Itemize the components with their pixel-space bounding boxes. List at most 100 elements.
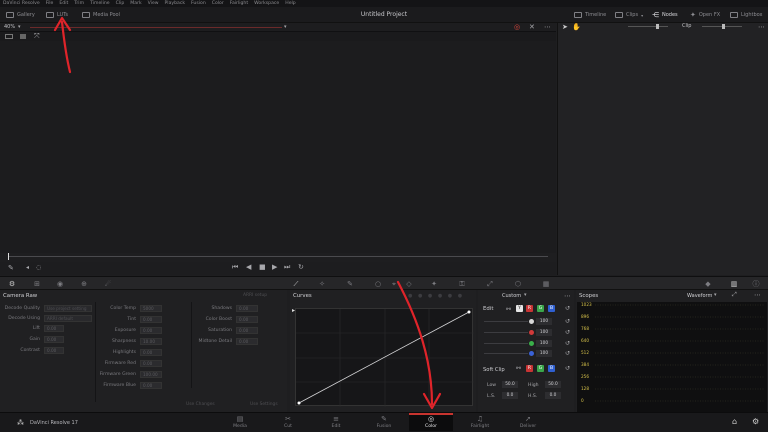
edit-row-green[interactable]: 100 (484, 340, 554, 347)
midtone-detail-value[interactable]: 0.00 (236, 338, 258, 345)
wipe-icon[interactable] (20, 34, 26, 39)
reset-icon[interactable]: ↺ (565, 340, 570, 347)
menu-color[interactable]: Color (212, 1, 224, 6)
channel-g-button[interactable]: G (537, 305, 544, 312)
highlight-icon[interactable]: ✕ (529, 23, 535, 31)
color-bypass-icon[interactable]: ◎ (514, 23, 520, 31)
curve-mode-select[interactable]: Custom (502, 293, 521, 299)
tint-value[interactable]: 0.00 (140, 316, 162, 323)
reset-icon[interactable]: ↺ (565, 329, 570, 336)
page-deliver[interactable]: ➚ Deliver (506, 415, 550, 431)
exposure-value[interactable]: 0.00 (140, 327, 162, 334)
ls-value[interactable]: 0.0 (502, 392, 518, 399)
zoom-select[interactable]: 40% (4, 24, 15, 30)
page-cut[interactable]: ✂ Cut (266, 415, 310, 431)
color-wheels-icon[interactable]: ◉ (56, 280, 64, 288)
firmware-red-value[interactable]: 0.00 (140, 360, 162, 367)
color-warper-icon[interactable]: ✧ (318, 280, 326, 288)
window-icon[interactable]: ○ (374, 280, 382, 288)
settings-gear-icon[interactable]: ⚙ (752, 417, 759, 426)
timeline-scrubber[interactable] (8, 253, 548, 260)
lightbox-button[interactable]: Lightbox (730, 10, 763, 20)
low-value[interactable]: 50.0 (502, 381, 518, 388)
menu-playback[interactable]: Playback (165, 1, 186, 6)
stills-icon[interactable]: ▦ (542, 280, 550, 288)
softclip-r-button[interactable]: R (526, 365, 533, 372)
page-media[interactable]: ▤ Media (218, 415, 262, 431)
channel-r-button[interactable]: R (526, 305, 533, 312)
decode-using-select[interactable]: ARRI default (44, 315, 92, 322)
menu-mark[interactable]: Mark (130, 1, 141, 6)
more-options-icon[interactable]: ⋯ (544, 23, 551, 31)
home-icon[interactable]: ⌂ (732, 417, 737, 426)
motion-effects-icon[interactable]: ☄ (104, 280, 112, 288)
curve-graph[interactable] (295, 308, 474, 407)
gain-value[interactable]: 0.00 (44, 336, 64, 343)
curve-pointer-icon[interactable]: ▸ (292, 307, 295, 314)
reset-icon[interactable]: ↺ (565, 350, 570, 357)
camera-raw-icon[interactable]: ⚙ (8, 280, 16, 288)
page-fusion[interactable]: ✎ Fusion (362, 415, 406, 431)
slider-track[interactable] (484, 343, 528, 344)
slider-track[interactable] (484, 353, 528, 354)
key-icon[interactable]: ⚿ (458, 280, 466, 288)
qualifier-icon[interactable]: ✎ (346, 280, 354, 288)
saturation-value[interactable]: 0.00 (236, 327, 258, 334)
transform-icon[interactable]: ⤧ (34, 32, 40, 41)
magic-mask-icon[interactable]: ◇ (405, 280, 413, 288)
blue-value[interactable]: 100 (536, 350, 552, 357)
skip-forward-icon[interactable]: ⏭ (284, 263, 290, 272)
slider-track[interactable] (484, 321, 528, 322)
chevron-down-icon[interactable]: ▾ (524, 292, 527, 298)
viewer-canvas[interactable] (0, 41, 556, 253)
clips-button[interactable]: Clips ▾ (615, 10, 643, 20)
channel-y-button[interactable]: Y (516, 305, 523, 312)
chevron-down-icon[interactable]: ▾ (714, 292, 717, 298)
keyframes-icon[interactable]: ◆ (704, 280, 712, 288)
open-fx-button[interactable]: ✦ Open FX (690, 10, 720, 20)
skip-back-icon[interactable]: ⏮ (232, 263, 238, 272)
clip-name-field[interactable] (30, 27, 282, 28)
edit-row-blue[interactable]: 100 (484, 350, 554, 357)
green-value[interactable]: 100 (536, 340, 552, 347)
luma-value[interactable]: 100 (536, 318, 552, 325)
menu-help[interactable]: Help (285, 1, 295, 6)
more-options-icon[interactable]: ⋯ (754, 291, 761, 299)
slider-handle[interactable] (656, 24, 659, 29)
page-fairlight[interactable]: ♫ Fairlight (458, 415, 502, 431)
sharpness-value[interactable]: 10.00 (140, 338, 162, 345)
contrast-value[interactable]: 0.00 (44, 347, 64, 354)
pointer-icon[interactable]: ➤ (562, 23, 568, 31)
lift-value[interactable]: 0.00 (44, 325, 64, 332)
page-color[interactable]: ◎ Color (409, 413, 453, 431)
highlights-value[interactable]: 0.00 (140, 349, 162, 356)
menu-trim[interactable]: Trim (74, 1, 84, 6)
clip-slider[interactable] (702, 24, 742, 29)
menu-fusion[interactable]: Fusion (191, 1, 206, 6)
decode-quality-select[interactable]: Use project setting (44, 305, 92, 312)
playhead[interactable] (8, 253, 9, 260)
chevron-down-icon[interactable]: ▾ (18, 24, 21, 30)
menu-clip[interactable]: Clip (116, 1, 125, 6)
reset-icon[interactable]: ↺ (565, 318, 570, 325)
reset-icon[interactable]: ↺ (565, 365, 570, 372)
hs-value[interactable]: 0.0 (545, 392, 561, 399)
link-icon[interactable]: ⚯ (506, 306, 511, 313)
shadows-value[interactable]: 0.00 (236, 305, 258, 312)
edit-row-luma[interactable]: 100 (484, 318, 554, 325)
menu-timeline[interactable]: Timeline (90, 1, 110, 6)
node-editor[interactable]: ➤ ✋ Clip ⋯ (557, 23, 768, 275)
eyedropper-icon[interactable]: ✎ (8, 264, 14, 272)
blur-icon[interactable]: ✦ (430, 280, 438, 288)
softclip-b-button[interactable]: B (548, 365, 555, 372)
loop-playback-icon[interactable]: ↻ (298, 263, 304, 271)
slider-track[interactable] (484, 332, 528, 333)
play-icon[interactable]: ▶ (272, 263, 277, 271)
clip-select[interactable]: Clip (682, 23, 691, 29)
timeline-button[interactable]: Timeline (574, 10, 606, 20)
menu-workspace[interactable]: Workspace (254, 1, 279, 6)
channel-b-button[interactable]: B (548, 305, 555, 312)
page-edit[interactable]: ≡ Edit (314, 415, 358, 431)
link-icon[interactable]: ⚯ (516, 365, 521, 372)
menu-edit[interactable]: Edit (59, 1, 68, 6)
